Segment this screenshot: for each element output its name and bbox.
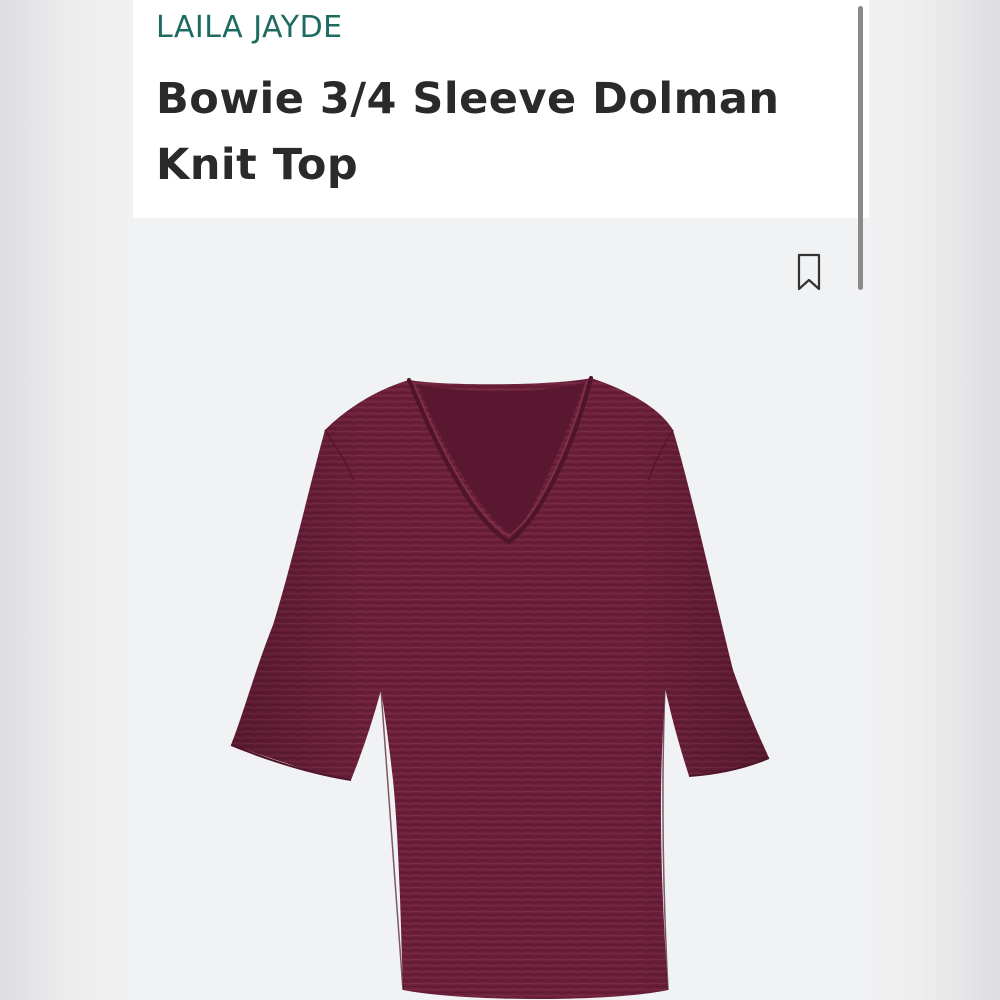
product-title: Bowie 3/4 Sleeve Dolman Knit Top — [156, 74, 780, 190]
garment-knit-top — [230, 376, 770, 999]
bookmark-icon[interactable] — [794, 252, 824, 292]
scrollbar[interactable] — [858, 6, 863, 290]
brand-name[interactable]: LAILA JAYDE — [156, 10, 343, 45]
page: LAILA JAYDE Bowie 3/4 Sleeve Dolman Knit… — [0, 0, 1000, 1000]
product-header: LAILA JAYDE Bowie 3/4 Sleeve Dolman Knit… — [133, 0, 869, 218]
product-detail-screen: LAILA JAYDE Bowie 3/4 Sleeve Dolman Knit… — [133, 0, 869, 1000]
product-image — [230, 376, 770, 999]
